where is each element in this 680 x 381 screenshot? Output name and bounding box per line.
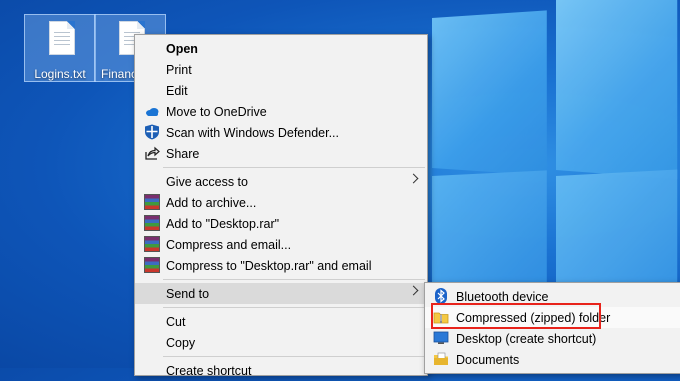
menu-item-copy[interactable]: Copy xyxy=(135,332,427,353)
desktop-icon xyxy=(433,330,449,346)
menu-separator xyxy=(163,167,425,168)
winrar-icon xyxy=(144,257,160,273)
menu-item-create-shortcut[interactable]: Create shortcut xyxy=(135,360,427,381)
text-document-icon xyxy=(49,21,75,55)
menu-item-give-access-to[interactable]: Give access to xyxy=(135,171,427,192)
onedrive-icon xyxy=(144,103,160,119)
chevron-right-icon xyxy=(408,285,419,296)
defender-shield-icon xyxy=(144,124,160,140)
menu-item-compress-to-desktop-rar-email[interactable]: Compress to "Desktop.rar" and email xyxy=(135,255,427,276)
menu-separator xyxy=(163,356,425,357)
menu-item-add-to-archive[interactable]: Add to archive... xyxy=(135,192,427,213)
menu-item-move-to-onedrive[interactable]: Move to OneDrive xyxy=(135,101,427,122)
submenu-item-desktop-shortcut[interactable]: Desktop (create shortcut) xyxy=(425,328,680,349)
share-icon xyxy=(144,145,160,161)
context-menu: Open Print Edit Move to OneDrive Scan wi… xyxy=(134,34,428,378)
send-to-submenu: Bluetooth device Compressed (zipped) fol… xyxy=(424,282,680,374)
menu-item-edit[interactable]: Edit xyxy=(135,80,427,101)
bluetooth-icon xyxy=(433,288,449,304)
wallpaper-pane xyxy=(432,170,547,292)
wallpaper-pane xyxy=(432,10,547,176)
submenu-item-documents[interactable]: Documents xyxy=(425,349,680,370)
wallpaper-pane xyxy=(556,0,678,180)
menu-item-add-to-desktop-rar[interactable]: Add to "Desktop.rar" xyxy=(135,213,427,234)
menu-item-scan-defender[interactable]: Scan with Windows Defender... xyxy=(135,122,427,143)
menu-item-send-to[interactable]: Send to xyxy=(135,283,427,304)
documents-icon xyxy=(433,351,449,367)
menu-item-cut[interactable]: Cut xyxy=(135,311,427,332)
chevron-right-icon xyxy=(408,173,419,184)
winrar-icon xyxy=(144,236,160,252)
menu-separator xyxy=(163,307,425,308)
menu-item-print[interactable]: Print xyxy=(135,59,427,80)
menu-separator xyxy=(163,279,425,280)
desktop-file-logins[interactable]: Logins.txt xyxy=(24,14,96,82)
annotation-highlight-box xyxy=(431,303,601,329)
menu-item-share[interactable]: Share xyxy=(135,143,427,164)
winrar-icon xyxy=(144,194,160,210)
menu-item-compress-and-email[interactable]: Compress and email... xyxy=(135,234,427,255)
desktop-file-label: Logins.txt xyxy=(34,67,86,81)
menu-item-open[interactable]: Open xyxy=(135,38,427,59)
winrar-icon xyxy=(144,215,160,231)
